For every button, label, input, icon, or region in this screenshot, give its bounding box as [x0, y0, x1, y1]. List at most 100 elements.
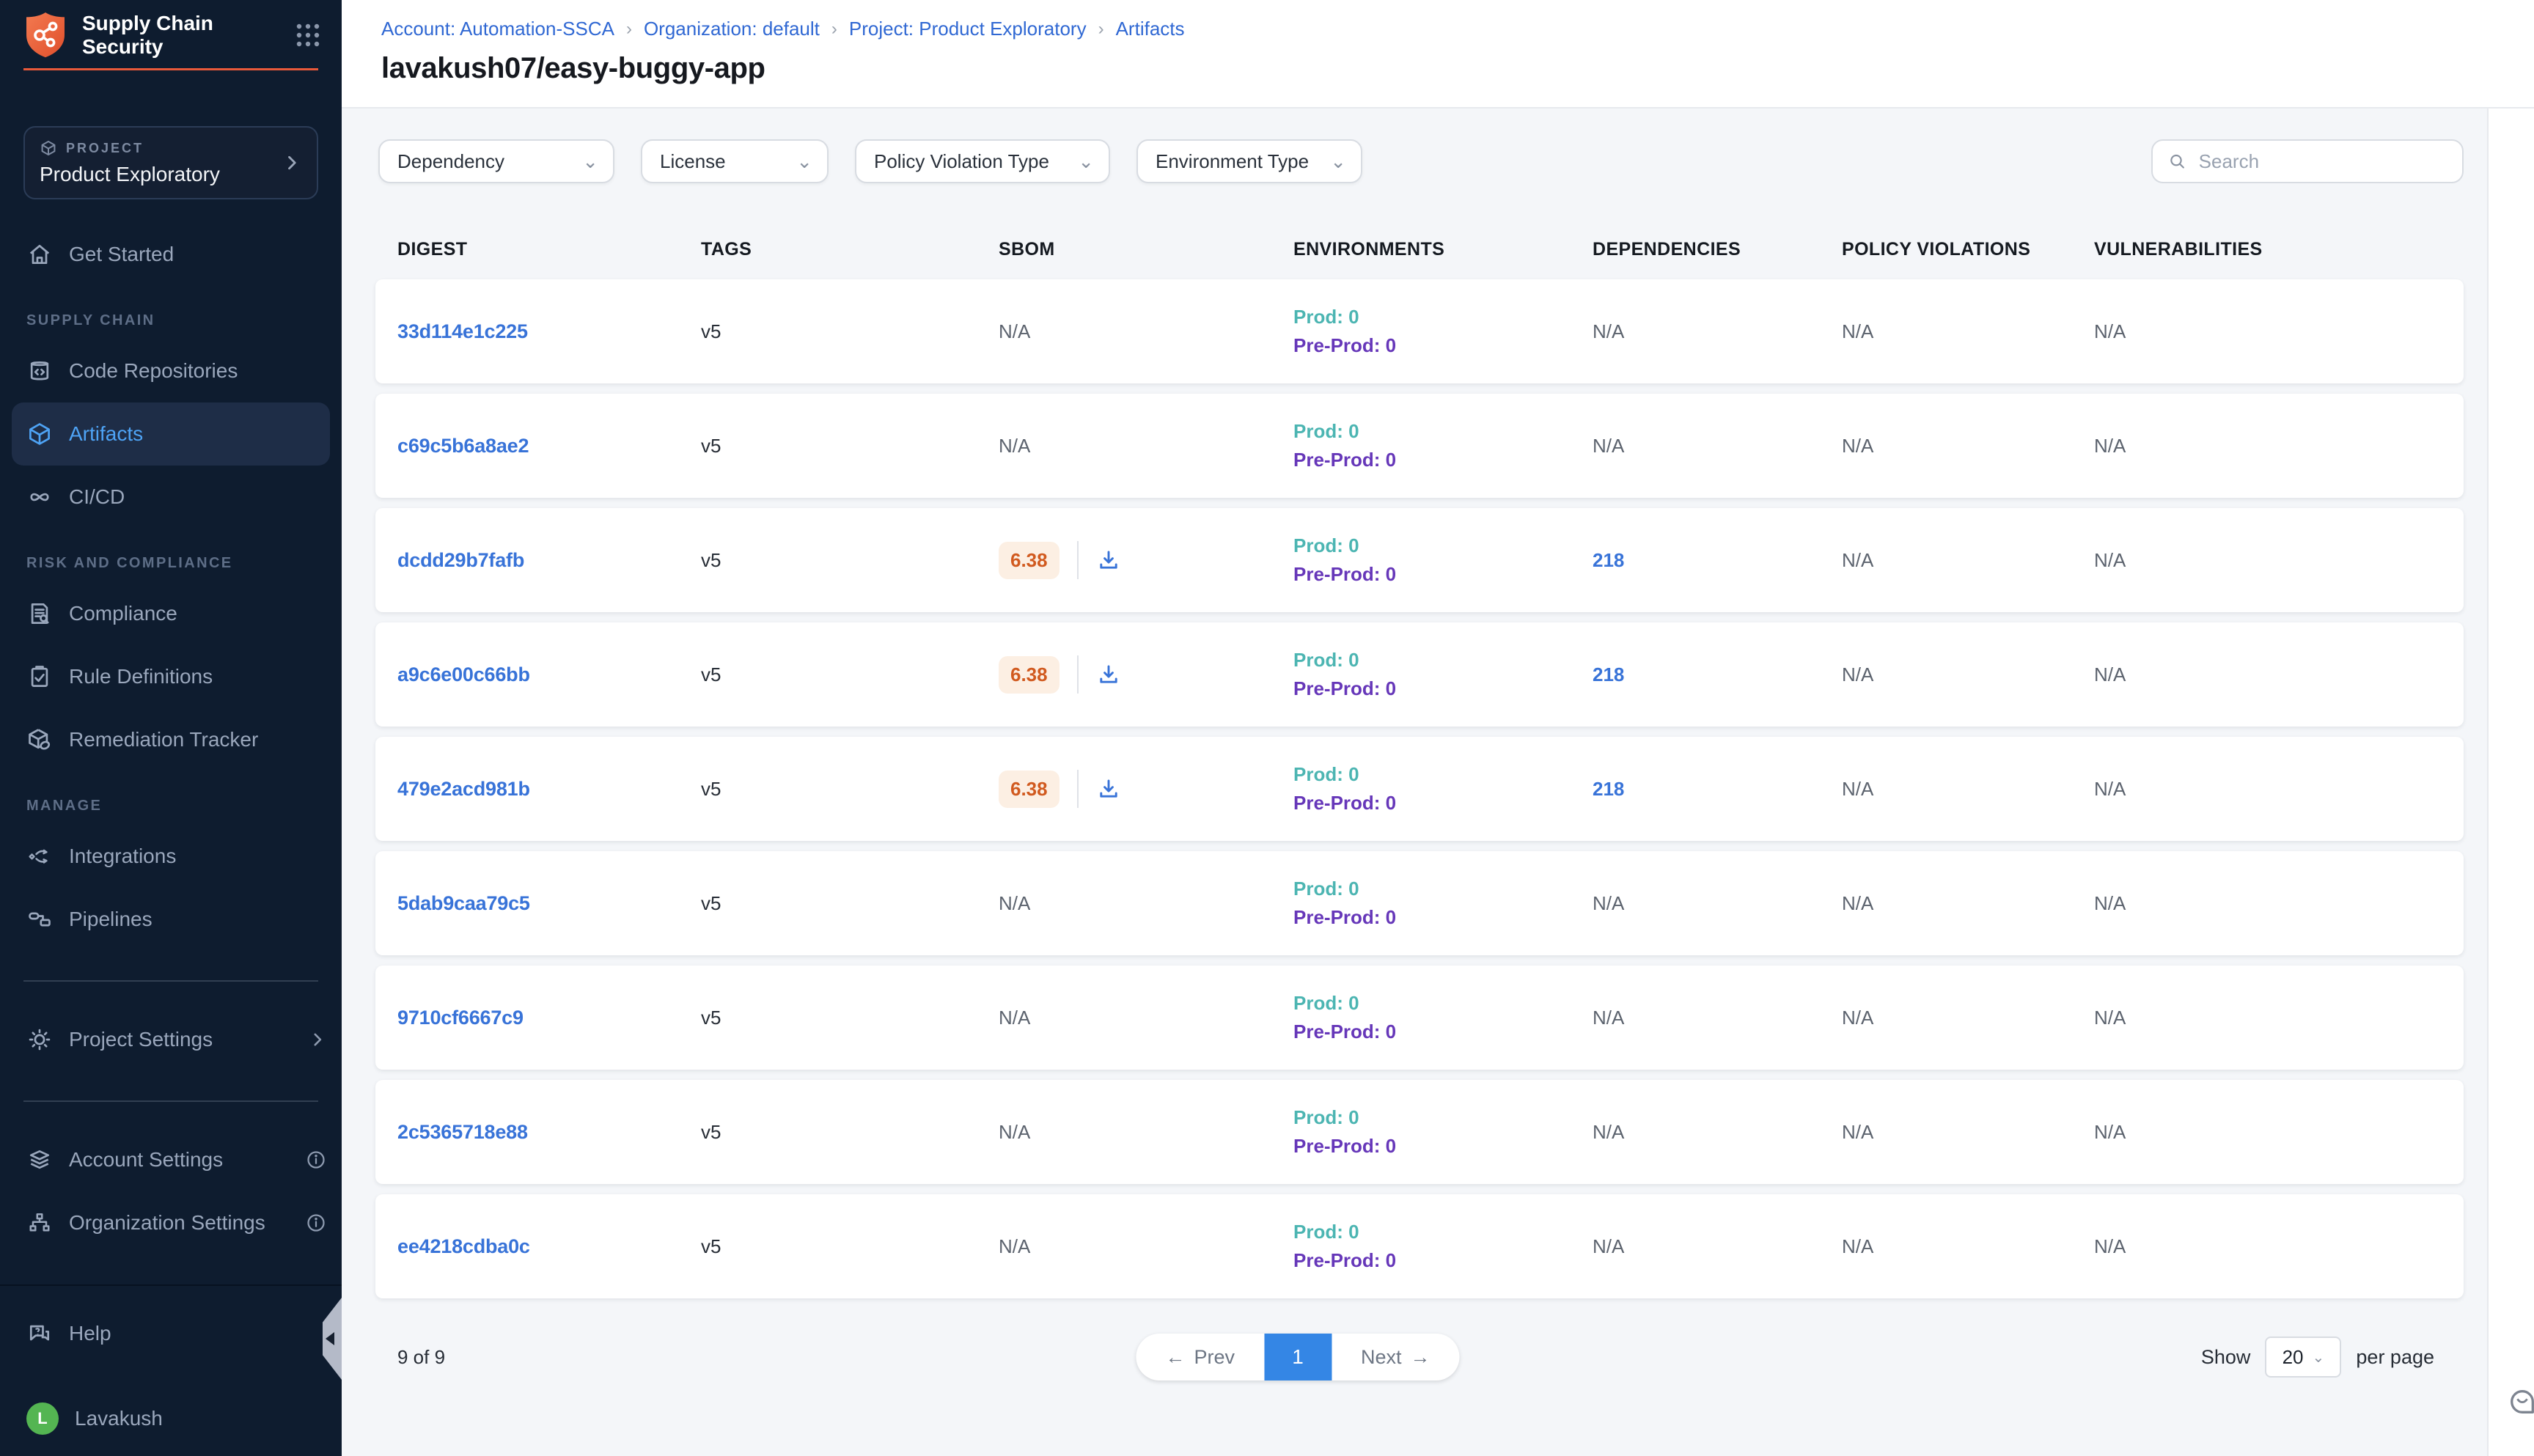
user-menu[interactable]: L Lavakush — [0, 1387, 342, 1450]
preprod-count[interactable]: Pre-Prod: 0 — [1293, 906, 1593, 929]
col-sbom: SBOM — [999, 239, 1293, 260]
chevron-down-icon: ⌄ — [1330, 150, 1346, 173]
app: Supply Chain Security PROJECT Product Ex… — [0, 0, 2534, 1456]
preprod-count[interactable]: Pre-Prod: 0 — [1293, 677, 1593, 700]
module-grid-icon[interactable] — [295, 22, 321, 48]
arrow-left-icon: ← — [1165, 1346, 1185, 1369]
sidebar-item-help[interactable]: Help — [0, 1302, 342, 1365]
policy-violations-cell: N/A — [1842, 1007, 2094, 1029]
policy-violation-type-filter[interactable]: Policy Violation Type ⌄ — [855, 139, 1110, 183]
prod-count[interactable]: Prod: 0 — [1293, 878, 1593, 900]
dependencies-link[interactable]: 218 — [1593, 778, 1842, 801]
preprod-count[interactable]: Pre-Prod: 0 — [1293, 334, 1593, 357]
download-sbom-icon[interactable] — [1096, 548, 1121, 573]
page-size-select[interactable]: 20 ⌄ — [2265, 1336, 2341, 1378]
prod-count[interactable]: Prod: 0 — [1293, 649, 1593, 672]
table-row: dcdd29b7fafbv56.38Prod: 0Pre-Prod: 0218N… — [375, 508, 2464, 612]
table-row: 479e2acd981bv56.38 Prod: 0 Pre-Prod: 0218 N… — [375, 737, 2464, 841]
tag-cell: v5 — [701, 1007, 999, 1029]
prod-count[interactable]: Prod: 0 — [1293, 420, 1593, 443]
tag-cell: v5 — [701, 892, 999, 915]
dependencies-link[interactable]: 218 — [1593, 549, 1842, 572]
table-row: a9c6e00c66bbv56.38Prod: 0Pre-Prod: 0218N… — [375, 622, 2464, 727]
preprod-count[interactable]: Pre-Prod: 0 — [1293, 792, 1593, 815]
prev-button[interactable]: ← Prev — [1136, 1334, 1264, 1380]
preprod-count[interactable]: Pre-Prod: 0 — [1293, 563, 1593, 586]
breadcrumb-account[interactable]: Account: Automation-SSCA — [381, 18, 614, 40]
code-repo-icon — [26, 358, 53, 384]
digest-link[interactable]: a9c6e00c66bb — [397, 663, 701, 686]
page-1-button[interactable]: 1 — [1264, 1334, 1332, 1380]
vulnerabilities-cell: N/A — [2094, 778, 2464, 801]
tag-cell: v5 — [701, 663, 999, 686]
digest-link[interactable]: 479e2acd981b — [397, 778, 701, 801]
sidebar-item-remediation-tracker[interactable]: Remediation Tracker — [0, 708, 342, 771]
prod-count[interactable]: Prod: 0 — [1293, 306, 1593, 328]
breadcrumb-artifacts[interactable]: Artifacts — [1116, 18, 1185, 40]
sidebar-item-organization-settings[interactable]: Organization Settings — [0, 1191, 342, 1254]
next-button[interactable]: Next → — [1332, 1334, 1460, 1380]
prod-count[interactable]: Prod: 0 — [1293, 763, 1593, 786]
sbom-cell: N/A — [999, 1121, 1293, 1144]
digest-link[interactable]: ee4218cdba0c — [397, 1235, 701, 1258]
sidebar-item-account-settings[interactable]: Account Settings — [0, 1128, 342, 1191]
chevron-down-icon: ⌄ — [2312, 1348, 2324, 1367]
preprod-count[interactable]: Pre-Prod: 0 — [1293, 1021, 1593, 1043]
preprod-count[interactable]: Pre-Prod: 0 — [1293, 1135, 1593, 1158]
digest-link[interactable]: 33d114e1c225 — [397, 320, 701, 343]
dependency-filter[interactable]: Dependency ⌄ — [378, 139, 614, 183]
tag-cell: v5 — [701, 778, 999, 801]
chevron-down-icon: ⌄ — [1078, 150, 1094, 173]
prod-count[interactable]: Prod: 0 — [1293, 1221, 1593, 1243]
table-row: 33d114e1c225v5N/AProd: 0Pre-Prod: 0N/AN/… — [375, 279, 2464, 383]
sidebar-item-pipelines[interactable]: Pipelines — [0, 888, 342, 951]
col-environments: ENVIRONMENTS — [1293, 239, 1593, 260]
breadcrumb-organization[interactable]: Organization: default — [644, 18, 820, 40]
sidebar-item-compliance[interactable]: Compliance — [0, 582, 342, 645]
col-vulnerabilities: VULNERABILITIES — [2094, 239, 2464, 260]
prod-count[interactable]: Prod: 0 — [1293, 534, 1593, 557]
environment-type-filter[interactable]: Environment Type ⌄ — [1136, 139, 1362, 183]
breadcrumb-project[interactable]: Project: Product Exploratory — [849, 18, 1087, 40]
sidebar-item-project-settings[interactable]: Project Settings — [0, 1008, 342, 1071]
search-input[interactable] — [2199, 150, 2447, 173]
digest-link[interactable]: 2c5365718e88 — [397, 1121, 701, 1144]
divider — [1077, 655, 1079, 694]
digest-link[interactable]: 5dab9caa79c5 — [397, 892, 701, 915]
license-filter[interactable]: License ⌄ — [641, 139, 829, 183]
dependencies-link[interactable]: 218 — [1593, 663, 1842, 686]
col-dependencies: DEPENDENCIES — [1593, 239, 1842, 260]
sidebar-item-artifacts[interactable]: Artifacts — [12, 402, 330, 466]
preprod-count[interactable]: Pre-Prod: 0 — [1293, 449, 1593, 471]
digest-link[interactable]: 9710cf6667c9 — [397, 1007, 701, 1029]
digest-link[interactable]: c69c5b6a8ae2 — [397, 435, 701, 457]
preprod-count[interactable]: Pre-Prod: 0 — [1293, 1249, 1593, 1272]
tag-cell: v5 — [701, 435, 999, 457]
pagination: 9 of 9 ← Prev 1 Next → Show 20 — [375, 1334, 2464, 1380]
sidebar-item-code-repositories[interactable]: Code Repositories — [0, 339, 342, 402]
col-digest: DIGEST — [397, 239, 701, 260]
project-name: Product Exploratory — [40, 163, 282, 186]
sbom-score-badge: 6.38 — [999, 771, 1059, 808]
layers-icon — [26, 1147, 53, 1173]
dependencies-cell: N/A — [1593, 1007, 1842, 1029]
sidebar-item-get-started[interactable]: Get Started — [0, 223, 342, 286]
sidebar-item-cicd[interactable]: CI/CD — [0, 466, 342, 529]
sidebar-item-rule-definitions[interactable]: Rule Definitions — [0, 645, 342, 708]
sbom-score-badge: 6.38 — [999, 656, 1059, 694]
digest-link[interactable]: dcdd29b7fafb — [397, 549, 701, 572]
sidebar-item-integrations[interactable]: Integrations — [0, 825, 342, 888]
download-sbom-icon[interactable] — [1096, 662, 1121, 687]
policy-violations-cell: N/A — [1842, 892, 2094, 915]
project-selector[interactable]: PROJECT Product Exploratory — [23, 126, 318, 199]
sidebar-header: Supply Chain Security — [0, 0, 342, 70]
prod-count[interactable]: Prod: 0 — [1293, 992, 1593, 1015]
download-sbom-icon[interactable] — [1096, 776, 1121, 801]
vulnerabilities-cell: N/A — [2094, 892, 2464, 915]
tag-cell: v5 — [701, 1235, 999, 1258]
policy-violations-cell: N/A — [1842, 1235, 2094, 1258]
project-label: PROJECT — [66, 141, 144, 156]
divider — [1077, 541, 1079, 579]
table-body: 33d114e1c225v5N/AProd: 0Pre-Prod: 0N/AN/… — [375, 279, 2464, 1298]
prod-count[interactable]: Prod: 0 — [1293, 1106, 1593, 1129]
